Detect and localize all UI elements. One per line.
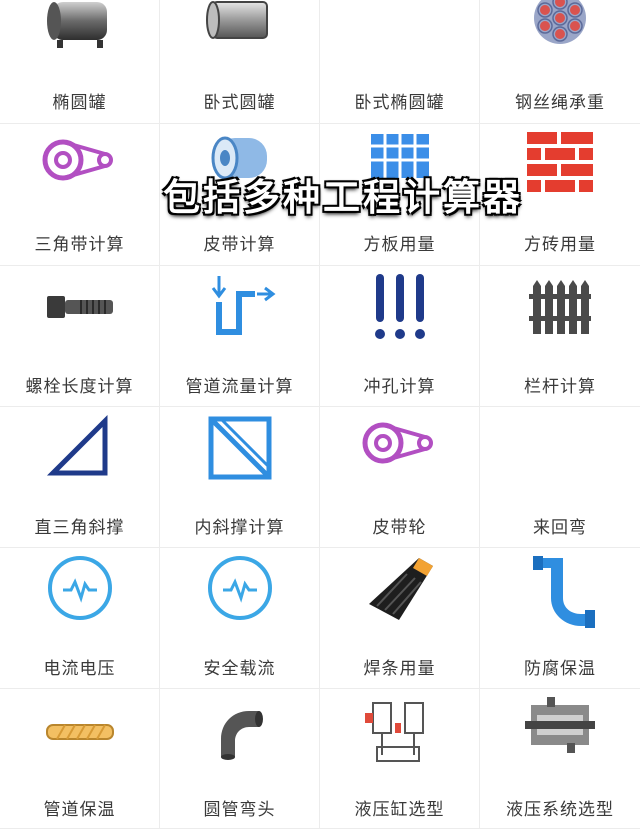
tile-label: 冲孔计算 [363,377,436,397]
v-belt-icon [42,139,113,181]
right-triangle-brace-icon [46,414,107,476]
tile-label: 管道流量计算 [185,377,294,397]
tile-label: 内斜撑计算 [194,518,285,538]
wire-rope-icon [534,0,586,44]
elliptical-tank-icon [46,2,107,48]
tile-label: 防腐保温 [524,659,596,679]
tile-punch-hole[interactable]: 冲孔计算 [320,266,480,407]
tile-horizontal-elliptical-tank[interactable]: 卧式椭圆罐 [320,0,480,124]
tile-wire-rope[interactable]: 钢丝绳承重 [480,0,640,124]
tile-label: 液压系统选型 [506,800,614,820]
tile-label: 卧式椭圆罐 [354,93,445,113]
safe-current-icon [207,556,272,620]
tile-railing[interactable]: 栏杆计算 [480,266,640,407]
tile-label: 方板用量 [363,235,436,255]
inner-diagonal-brace-icon [208,416,271,480]
tile-label: 三角带计算 [34,235,125,255]
pipe-insulation-tube-icon [45,724,114,740]
pipe-flow-icon [211,276,275,335]
tile-label: 方砖用量 [524,235,596,255]
tile-safe-current[interactable]: 安全载流 [160,548,320,689]
welding-rod-icon [368,558,433,620]
tile-label: 椭圆罐 [52,93,107,113]
tile-label: 来回弯 [533,518,587,538]
tile-label: 钢丝绳承重 [515,93,605,113]
tile-pipe-flow[interactable]: 管道流量计算 [160,266,320,407]
tile-label: 焊条用量 [363,659,436,679]
tile-pipe-elbow[interactable]: 圆管弯头 [160,689,320,829]
pipe-elbow-icon [220,711,263,760]
tile-inner-diagonal-brace[interactable]: 内斜撑计算 [160,407,320,548]
tile-label: 安全载流 [203,659,276,679]
tile-current-voltage[interactable]: 电流电压 [0,548,160,689]
tile-welding-rod[interactable]: 焊条用量 [320,548,480,689]
tile-anticorrosion-insulation[interactable]: 防腐保温 [480,548,640,689]
tile-label: 螺栓长度计算 [25,377,134,397]
pipe-insulation-icon [533,556,595,628]
tile-pulley[interactable]: 皮带轮 [320,407,480,548]
tile-right-triangle-brace[interactable]: 直三角斜撑 [0,407,160,548]
tile-label: 卧式圆罐 [203,93,276,113]
punch-hole-icon [374,274,425,339]
tile-back-and-forth-bend[interactable]: 来回弯 [480,407,640,548]
tile-label: 液压缸选型 [354,800,445,820]
tile-label: 栏杆计算 [524,377,596,397]
tile-label: 管道保温 [43,800,116,820]
tile-elliptical-tank[interactable]: 椭圆罐 [0,0,160,124]
tile-label: 直三角斜撑 [34,518,125,538]
tile-label: 皮带计算 [203,235,276,255]
railing-fence-icon [529,280,591,334]
tile-label: 电流电压 [43,659,116,679]
pulley-icon [362,422,433,464]
hydraulic-system-icon [525,697,595,753]
tile-label: 圆管弯头 [203,800,276,820]
hydraulic-cylinder-icon [364,702,424,762]
tile-v-belt[interactable]: 三角带计算 [0,124,160,266]
bolt-icon [46,296,113,318]
tile-pipe-insulation[interactable]: 管道保温 [0,689,160,829]
overlay-caption: 包括多种工程计算器 [163,176,523,219]
tile-hydraulic-cylinder[interactable]: 液压缸选型 [320,689,480,829]
tile-label: 皮带轮 [372,518,427,538]
tile-hydraulic-system[interactable]: 液压系统选型 [480,689,640,829]
tile-bolt[interactable]: 螺栓长度计算 [0,266,160,407]
tile-horizontal-cylinder-tank[interactable]: 卧式圆罐 [160,0,320,124]
current-voltage-icon [47,556,112,620]
horizontal-cylinder-tank-icon [205,1,268,39]
calculator-grid: 椭圆罐 卧式圆罐 卧式椭圆罐 钢丝绳承重 三角带计算 皮带计算 方板用量 方砖用… [0,0,640,829]
